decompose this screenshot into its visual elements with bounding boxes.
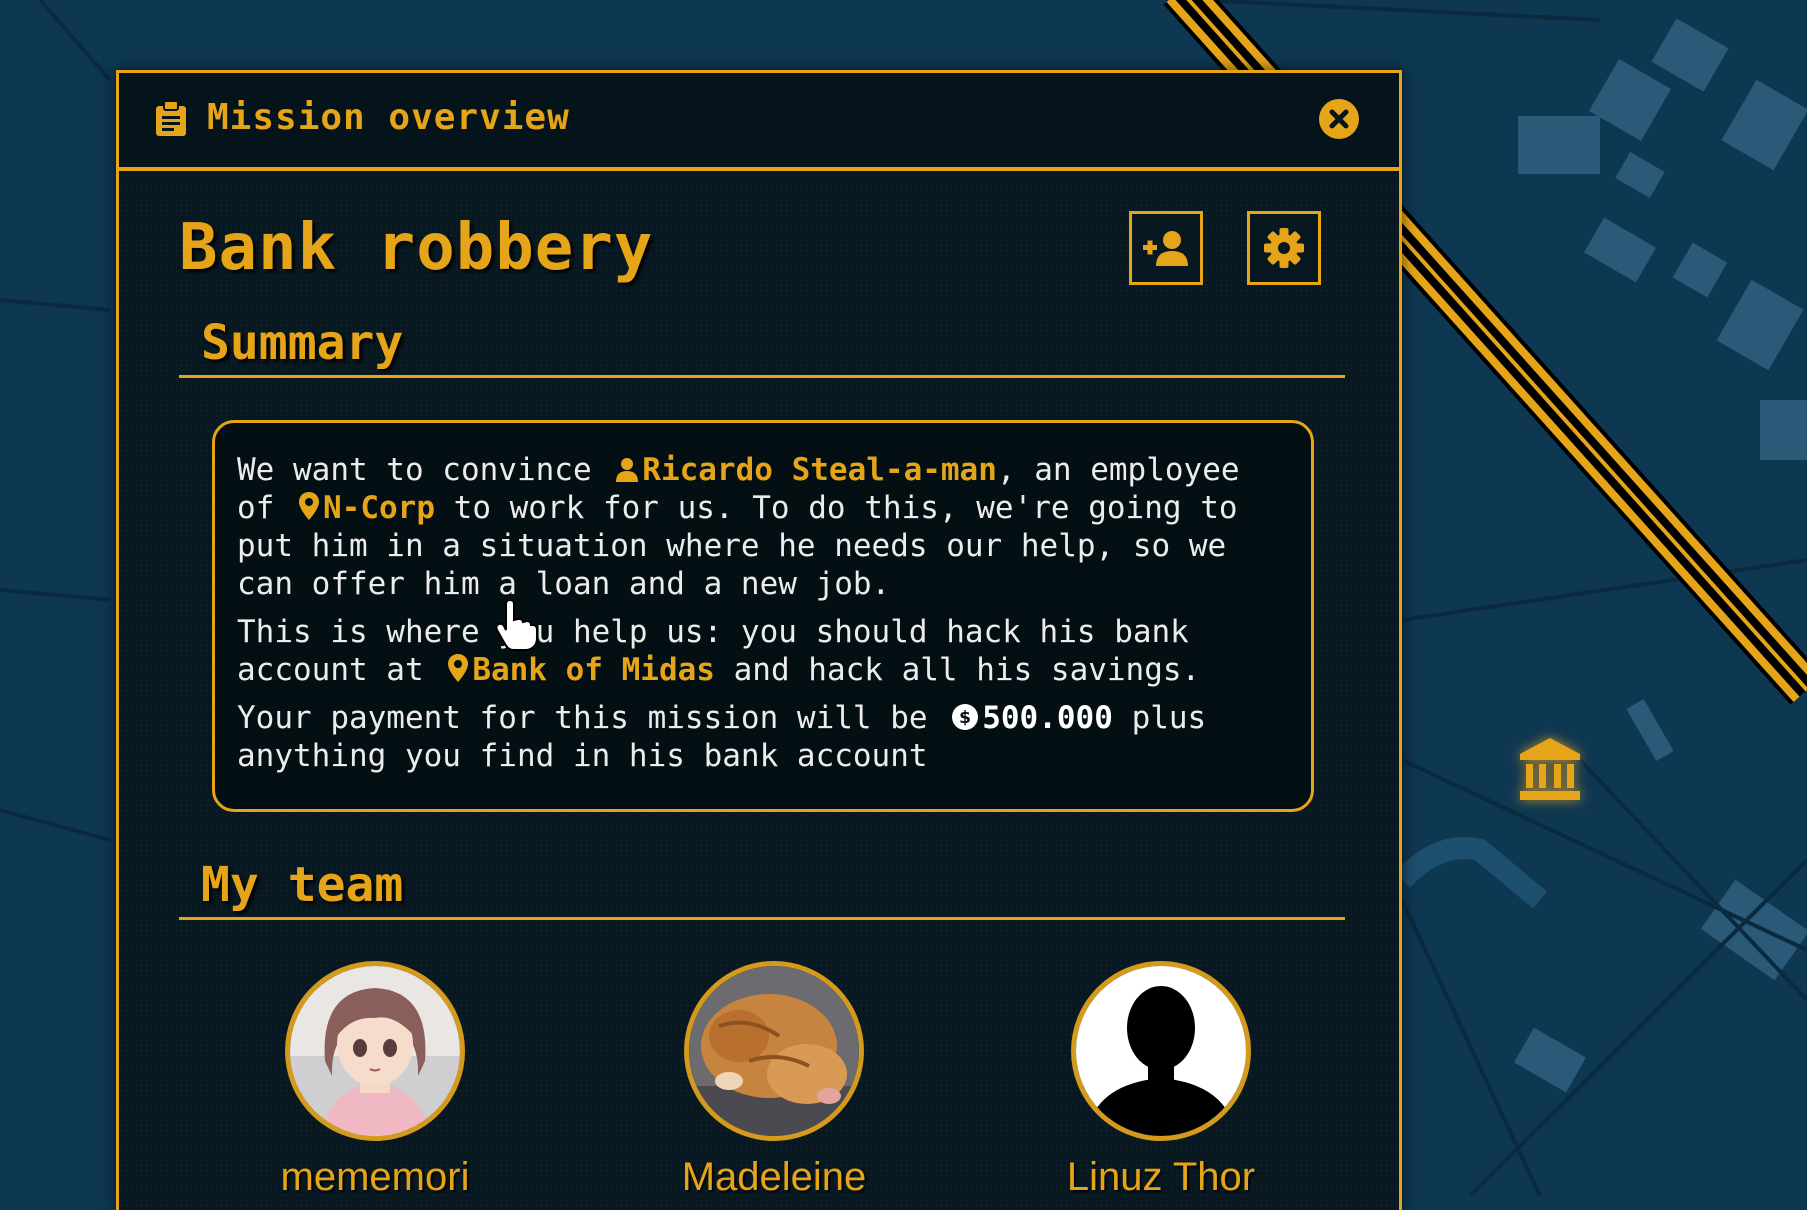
hand-cursor-icon (495, 600, 538, 651)
summary-text: and hack all his savings. (733, 652, 1201, 688)
summary-paragraph-3: Your payment for this mission will be $5… (237, 699, 1291, 775)
summary-paragraph-2: This is where you help us: you should ha… (237, 613, 1291, 689)
settings-button[interactable] (1247, 211, 1321, 285)
coin-icon: $ (952, 704, 979, 730)
window-titlebar[interactable]: Mission overview (119, 73, 1399, 171)
summary-text: We want to convince (237, 452, 592, 488)
summary-text: can offer him a loan and a new job. (237, 566, 891, 602)
team-member[interactable]: Linuz Thor (1011, 961, 1311, 1200)
summary-heading: Summary (179, 315, 1345, 378)
team-member[interactable]: Madeleine (624, 961, 924, 1200)
payment-value: 500.000 (982, 700, 1113, 736)
summary-text: to work for us. To do this, we're going … (453, 490, 1238, 526)
location-pin-icon (448, 654, 469, 682)
summary-text: of (237, 490, 275, 526)
cat-photo-avatar[interactable] (684, 961, 864, 1141)
summary-box: We want to convince Ricardo Steal-a-man,… (212, 420, 1314, 812)
team-heading: My team (179, 857, 1345, 920)
svg-text:$: $ (959, 708, 971, 728)
close-button[interactable] (1319, 99, 1359, 139)
bank-icon[interactable] (1518, 736, 1582, 802)
person-link[interactable]: Ricardo Steal-a-man (610, 452, 997, 488)
mission-title: Bank robbery (179, 211, 654, 285)
anime-girl-avatar[interactable] (285, 961, 465, 1141)
user-plus-icon (1143, 231, 1188, 266)
gear-icon (1264, 228, 1304, 268)
team-member[interactable]: mememori (225, 961, 525, 1200)
company-name[interactable]: N-Corp (323, 490, 435, 526)
silhouette-avatar[interactable] (1071, 961, 1251, 1141)
mission-overview-window: Mission overview Bank robbery Summary We… (116, 70, 1402, 1210)
summary-text: anything you find in his bank account (237, 738, 928, 774)
summary-text: account at (237, 652, 424, 688)
window-title: Mission overview (207, 97, 570, 138)
summary-heading-label: Summary (201, 315, 404, 371)
payment-amount: $500.000 (946, 700, 1113, 736)
add-member-button[interactable] (1129, 211, 1203, 285)
clipboard-icon (156, 101, 186, 136)
summary-text: put him in a situation where he needs ou… (237, 528, 1227, 564)
location-pin-icon (299, 492, 319, 520)
team-heading-label: My team (201, 857, 404, 913)
member-name[interactable]: Madeleine (624, 1155, 924, 1200)
member-name[interactable]: Linuz Thor (1011, 1155, 1311, 1200)
person-name[interactable]: Ricardo Steal-a-man (642, 452, 997, 488)
summary-text: , an employee (996, 452, 1240, 488)
person-icon (616, 458, 639, 482)
location-link[interactable]: Bank of Midas (442, 652, 715, 688)
company-link[interactable]: N-Corp (293, 490, 435, 526)
summary-text: plus (1131, 700, 1207, 736)
member-name[interactable]: mememori (225, 1155, 525, 1200)
location-name[interactable]: Bank of Midas (472, 652, 715, 688)
close-icon (1329, 109, 1349, 129)
summary-paragraph-1: We want to convince Ricardo Steal-a-man,… (237, 451, 1291, 603)
summary-text: Your payment for this mission will be (237, 700, 928, 736)
summary-text: This is where you help us: you should ha… (237, 614, 1189, 650)
